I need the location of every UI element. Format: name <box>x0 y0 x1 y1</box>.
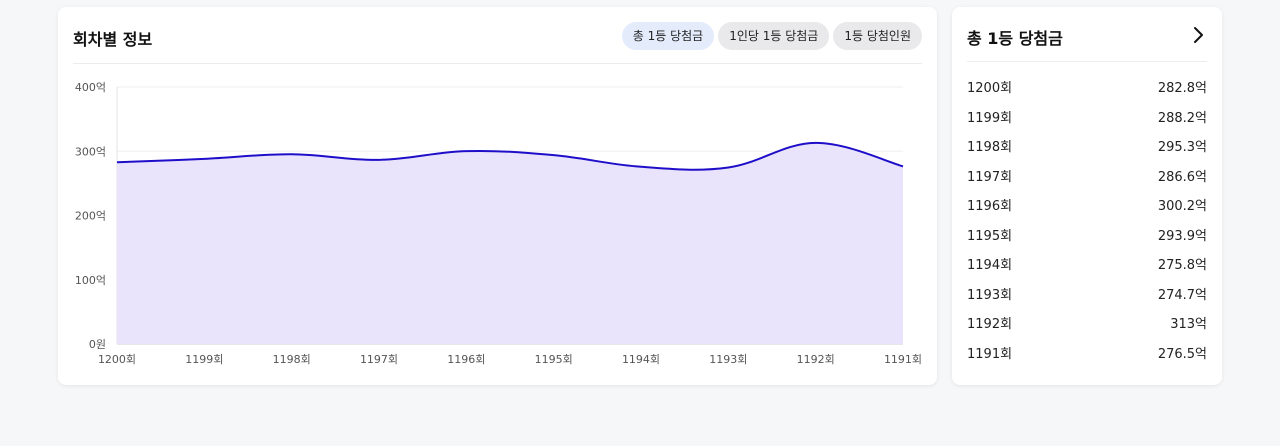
list-item: 1191회 276.5억 <box>967 345 1207 375</box>
round-label: 1199회 <box>967 110 1013 126</box>
prize-amount: 313억 <box>1170 317 1207 332</box>
list-item: 1192회 313억 <box>967 315 1207 345</box>
list-panel-divider <box>967 61 1207 62</box>
y-tick-label: 200억 <box>75 210 106 223</box>
chevron-right-icon[interactable] <box>1191 26 1205 44</box>
y-tick-label: 100억 <box>75 274 106 287</box>
x-tick-label: 1200회 <box>98 353 136 366</box>
round-label: 1195회 <box>967 228 1013 244</box>
list-item: 1196회 300.2억 <box>967 197 1207 227</box>
round-label: 1197회 <box>967 169 1013 185</box>
list-item: 1194회 275.8억 <box>967 256 1207 286</box>
x-tick-label: 1197회 <box>360 353 398 366</box>
x-tick-label: 1194회 <box>622 353 660 366</box>
prize-list-card: 총 1등 당첨금 1200회 282.8억 1199회 288.2억 1198회 295.… <box>952 7 1222 385</box>
x-tick-label: 1199회 <box>185 353 223 366</box>
prize-amount: 288.2억 <box>1157 110 1207 126</box>
prize-amount: 276.5억 <box>1157 346 1207 362</box>
round-label: 1200회 <box>967 81 1013 96</box>
prize-amount: 293.9억 <box>1157 228 1207 244</box>
round-label: 1192회 <box>967 317 1013 332</box>
prize-amount: 282.8억 <box>1157 81 1207 96</box>
round-label: 1198회 <box>967 140 1013 155</box>
list-item: 1197회 286.6억 <box>967 168 1207 198</box>
prize-amount: 295.3억 <box>1157 140 1207 155</box>
list-panel-title: 총 1등 당첨금 <box>967 29 1063 48</box>
list-item: 1199회 288.2억 <box>967 109 1207 139</box>
prize-list: 1200회 282.8억 1199회 288.2억 1198회 295.3억 1197회 28… <box>967 79 1207 374</box>
prize-amount: 300.2억 <box>1157 199 1207 214</box>
prize-amount: 275.8억 <box>1157 258 1207 273</box>
x-tick-label: 1192회 <box>797 353 835 366</box>
round-label: 1193회 <box>967 287 1013 303</box>
x-tick-label: 1196회 <box>447 353 485 366</box>
round-label: 1194회 <box>967 258 1013 273</box>
x-tick-label: 1198회 <box>273 353 311 366</box>
round-label: 1191회 <box>967 346 1013 362</box>
list-item: 1193회 274.7억 <box>967 286 1207 316</box>
list-item: 1195회 293.9억 <box>967 227 1207 257</box>
series-area <box>117 142 903 344</box>
round-label: 1196회 <box>967 199 1013 214</box>
y-tick-label: 300억 <box>75 145 106 158</box>
prize-amount: 286.6억 <box>1157 169 1207 185</box>
list-item: 1198회 295.3억 <box>967 138 1207 168</box>
x-tick-label: 1195회 <box>535 353 573 366</box>
x-tick-label: 1193회 <box>709 353 747 366</box>
y-tick-label: 400억 <box>75 81 106 94</box>
y-tick-label: 0원 <box>89 338 106 351</box>
x-tick-label: 1191회 <box>884 353 922 366</box>
chart-card: 회차별 정보 총 1등 당첨금 1인당 1등 당첨금 1등 당첨인원 0원 100… <box>58 7 937 385</box>
area-chart: 0원 100억 200억 300억 400억 1200회 1199회 1198회 1197회 11… <box>75 81 922 366</box>
prize-amount: 274.7억 <box>1157 287 1207 303</box>
list-item: 1200회 282.8억 <box>967 79 1207 109</box>
